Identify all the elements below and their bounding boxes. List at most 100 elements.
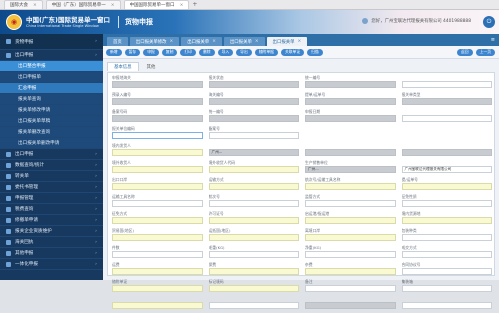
- sidebar-item[interactable]: 转关单 ›: [0, 171, 103, 182]
- toolbar-button[interactable]: 随附单据: [254, 48, 278, 56]
- input-field[interactable]: [112, 302, 203, 309]
- input-field[interactable]: [401, 251, 492, 258]
- sidebar-item[interactable]: 税费查询 ›: [0, 204, 103, 215]
- form-subtab[interactable]: 基本信息: [107, 62, 139, 71]
- input-field[interactable]: [208, 200, 299, 207]
- sidebar-item[interactable]: 修撤单申请 ›: [0, 215, 103, 226]
- sidebar-item[interactable]: 出口申报 ›: [0, 50, 103, 61]
- input-field[interactable]: [305, 217, 396, 224]
- close-icon[interactable]: ×: [180, 3, 184, 8]
- sidebar-item[interactable]: 汇总申报: [0, 83, 103, 94]
- sidebar-item[interactable]: 海关回执 ›: [0, 237, 103, 248]
- input-field[interactable]: [401, 183, 492, 190]
- input-field[interactable]: [305, 234, 396, 241]
- input-field[interactable]: [112, 251, 203, 258]
- new-tab-icon[interactable]: +: [192, 1, 197, 8]
- browser-tab[interactable]: 国际大会 ×: [4, 0, 43, 9]
- toolbar-button[interactable]: 关联单证: [280, 48, 305, 56]
- toolbar-button[interactable]: 删除: [198, 48, 215, 56]
- input-field[interactable]: [112, 268, 203, 275]
- input-field[interactable]: [208, 183, 299, 190]
- toolbar-right-button[interactable]: 返回: [457, 48, 473, 56]
- browser-tab-active[interactable]: 中国国际贸易单一窗口 ×: [123, 0, 190, 9]
- input-field[interactable]: [208, 251, 299, 258]
- input-field[interactable]: [208, 132, 299, 139]
- sidebar-item[interactable]: 一体化申报 ›: [0, 259, 103, 270]
- input-field[interactable]: [401, 200, 492, 207]
- form-field: [208, 296, 299, 313]
- page-tab[interactable]: 出口报关单修改 ×: [129, 37, 180, 46]
- input-field[interactable]: [112, 200, 203, 207]
- input-field[interactable]: [112, 285, 203, 292]
- input-field[interactable]: [401, 268, 492, 275]
- sidebar-item[interactable]: 出口申报单: [0, 72, 103, 83]
- input-field[interactable]: [401, 234, 492, 241]
- page-tab[interactable]: 首页: [107, 37, 128, 46]
- user-info[interactable]: 您好，广州宝联达代理报关有限公司 4401988888: [362, 18, 471, 24]
- close-icon[interactable]: ×: [212, 39, 216, 44]
- sidebar-item[interactable]: 报关单修改申请: [0, 105, 103, 116]
- form-field: 件数: [112, 245, 203, 262]
- toolbar-button[interactable]: 导出: [236, 48, 252, 56]
- toolbar-button[interactable]: 暂存: [124, 48, 141, 56]
- input-field[interactable]: [305, 183, 396, 190]
- form-field: 境内货源地: [401, 211, 492, 228]
- input-field[interactable]: [208, 302, 299, 309]
- input-field[interactable]: [112, 166, 203, 173]
- sidebar-item[interactable]: 报关单查询: [0, 94, 103, 105]
- page-tab[interactable]: 出口报关单 ×: [266, 37, 308, 46]
- close-icon[interactable]: ×: [298, 39, 302, 44]
- input-field[interactable]: [208, 268, 299, 275]
- sidebar-item[interactable]: 数据查询/统计 ›: [0, 160, 103, 171]
- sidebar-item[interactable]: 其他申报 ›: [0, 248, 103, 259]
- input-field[interactable]: [401, 217, 492, 224]
- input-field[interactable]: [112, 234, 203, 241]
- sidebar-item[interactable]: 申报管理 ›: [0, 193, 103, 204]
- input-field[interactable]: [112, 183, 203, 190]
- input-field[interactable]: 广州宝联达代理报关有限公司: [401, 166, 492, 173]
- form-subtab[interactable]: 其他: [141, 63, 162, 71]
- browser-tab[interactable]: 中国（广东）国际贸易单一 ×: [45, 0, 121, 9]
- input-field[interactable]: [305, 268, 396, 275]
- power-icon[interactable]: ⏻: [483, 16, 495, 28]
- input-field[interactable]: [112, 132, 203, 139]
- brand: 中国(广东)国际贸易单一窗口 China International Trade…: [26, 16, 110, 28]
- page-tab[interactable]: 出口报关单 ×: [181, 37, 222, 46]
- input-field[interactable]: [305, 251, 396, 258]
- input-field[interactable]: [401, 302, 492, 309]
- toolbar-button[interactable]: 新增: [106, 48, 122, 56]
- input-field[interactable]: [305, 285, 396, 292]
- chevron-right-icon: ›: [95, 52, 97, 58]
- input-field[interactable]: [401, 81, 492, 88]
- toolbar-button[interactable]: 复制: [161, 48, 178, 56]
- sidebar-item[interactable]: 出口整合申报: [0, 61, 103, 72]
- sidebar-item[interactable]: 货物申报 ›: [0, 34, 103, 50]
- sidebar-item[interactable]: 出口报关单删改申请: [0, 138, 103, 149]
- input-field[interactable]: [208, 166, 299, 173]
- page-tab[interactable]: 出口报关单 ×: [223, 37, 265, 46]
- toolbar-button[interactable]: 扫描: [307, 48, 323, 56]
- close-icon[interactable]: ×: [33, 3, 37, 8]
- menu-icon: [6, 217, 11, 223]
- input-field[interactable]: [208, 285, 299, 292]
- close-icon[interactable]: ×: [255, 39, 259, 44]
- toolbar-button[interactable]: 打印: [180, 48, 196, 56]
- input-field[interactable]: [208, 234, 299, 241]
- tab-menu-icon[interactable]: ≡: [487, 37, 499, 43]
- sidebar-item[interactable]: 出口报关单草稿: [0, 116, 103, 127]
- input-field[interactable]: [401, 115, 492, 122]
- input-field[interactable]: [305, 200, 396, 207]
- toolbar-right-button[interactable]: 上一页: [475, 48, 495, 56]
- toolbar-button[interactable]: 申报: [143, 48, 159, 56]
- sidebar-item[interactable]: 报关企业资质维护 ›: [0, 226, 103, 237]
- input-field[interactable]: [401, 285, 492, 292]
- sidebar-item[interactable]: 委托书管理 ›: [0, 182, 103, 193]
- close-icon[interactable]: ×: [111, 3, 115, 8]
- input-field[interactable]: [112, 149, 203, 156]
- sidebar-item[interactable]: 报关单删改查询: [0, 127, 103, 138]
- sidebar-item[interactable]: 出口申报 ›: [0, 149, 103, 160]
- close-icon[interactable]: ×: [170, 39, 174, 44]
- toolbar-button[interactable]: 导入: [217, 48, 234, 56]
- input-field[interactable]: [112, 217, 203, 224]
- input-field[interactable]: [208, 217, 299, 224]
